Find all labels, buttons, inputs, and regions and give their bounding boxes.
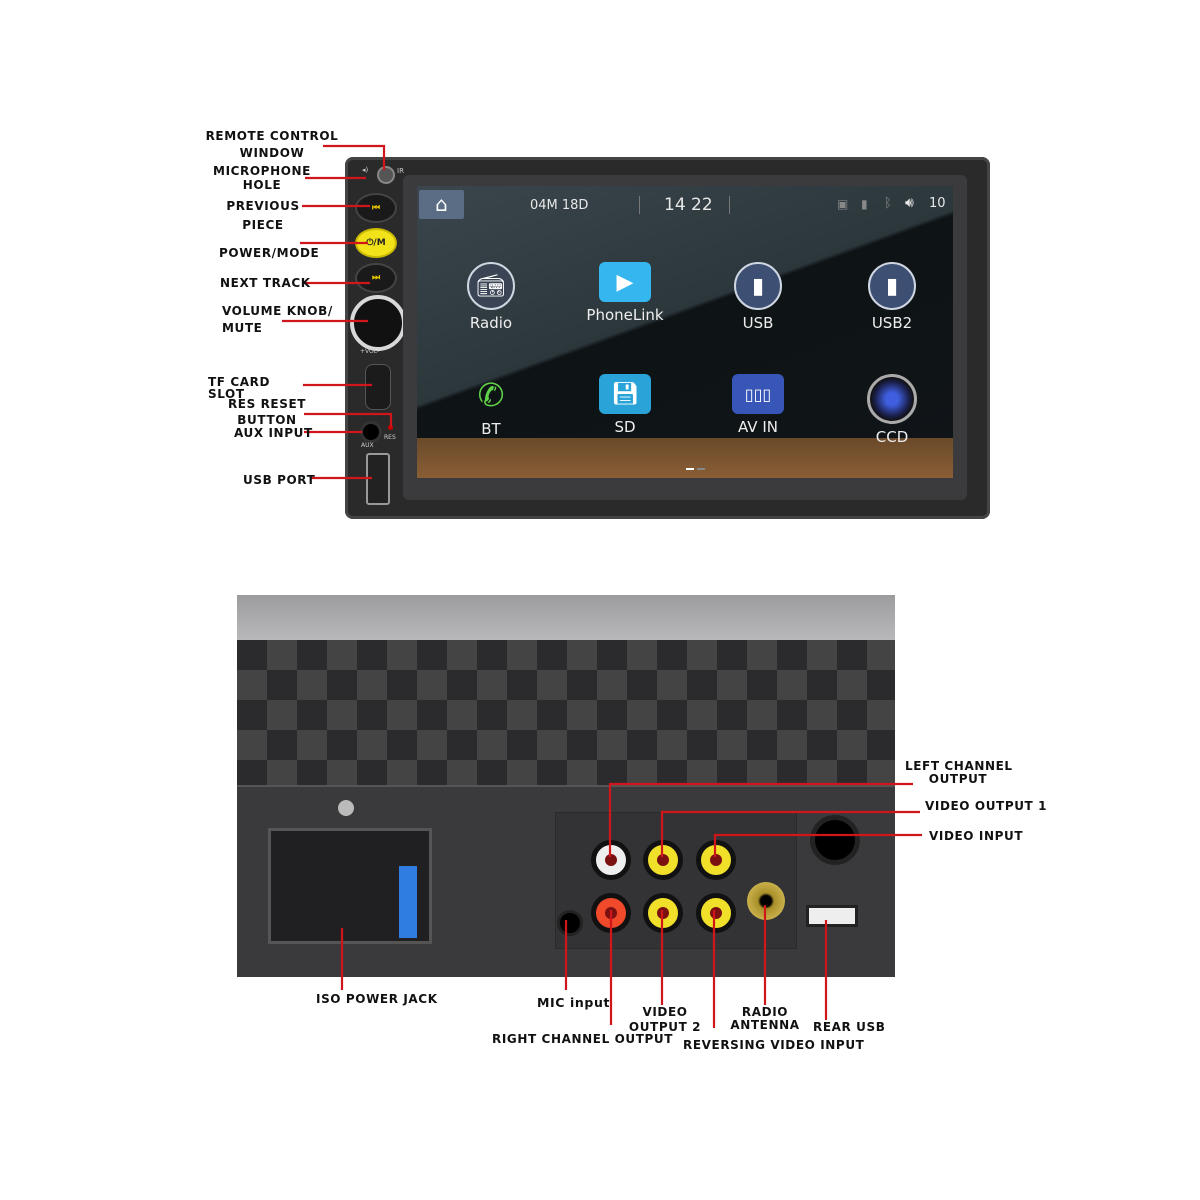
page-dot[interactable] bbox=[697, 468, 705, 470]
camera-icon bbox=[867, 374, 917, 424]
res-mark: RES bbox=[384, 434, 396, 441]
volume-level: 10 bbox=[929, 196, 946, 211]
divider bbox=[729, 196, 730, 214]
status-bar: ⌂ 04M 18D 14 22 ▣ ▮ ᛒ 🔊︎ 10 bbox=[417, 186, 953, 224]
label-volume: VOLUME KNOB/MUTE bbox=[222, 304, 333, 335]
label-mic-input: MIC input bbox=[537, 995, 611, 1010]
label-rear-usb: REAR USB bbox=[813, 1020, 886, 1034]
reset-button[interactable] bbox=[388, 425, 393, 430]
sd-icon: ▣ bbox=[837, 197, 849, 211]
reversing-video-jack[interactable] bbox=[696, 893, 736, 933]
label-next-track: NEXT TRACK bbox=[220, 276, 311, 290]
app-label: USB bbox=[742, 314, 774, 332]
heatsink-pattern bbox=[237, 640, 895, 785]
usb-icon: ▮ bbox=[734, 262, 782, 310]
label-video-input: VIDEO INPUT bbox=[929, 829, 1024, 843]
divider bbox=[639, 196, 640, 214]
home-icon: ⌂ bbox=[435, 192, 448, 216]
label-radio-antenna: RADIO ANTENNA bbox=[730, 1005, 800, 1032]
label-iso-power: ISO POWER JACK bbox=[316, 992, 438, 1006]
app-usb[interactable]: ▮ USB bbox=[703, 262, 813, 332]
ir-window bbox=[377, 166, 395, 184]
speaker-icon: 🔊︎ bbox=[905, 195, 914, 211]
radio-icon: 📻︎ bbox=[467, 262, 515, 310]
screw bbox=[338, 800, 354, 816]
label-video-output-1: VIDEO OUTPUT 1 bbox=[925, 799, 1048, 813]
rca-icon: ▯▯▯ bbox=[732, 374, 784, 414]
bluetooth-icon: ᛒ bbox=[884, 196, 892, 211]
next-track-button[interactable]: ⏭ bbox=[355, 263, 397, 293]
app-label: Radio bbox=[469, 314, 513, 332]
mic-jack[interactable] bbox=[557, 910, 583, 936]
video-output-2-jack[interactable] bbox=[643, 893, 683, 933]
usb-icon: ▮ bbox=[861, 197, 868, 211]
app-phonelink[interactable]: ▶ PhoneLink bbox=[570, 262, 680, 324]
tf-card-slot[interactable] bbox=[365, 364, 391, 410]
previous-button[interactable]: ⏮ bbox=[355, 193, 397, 223]
antenna-jack[interactable] bbox=[747, 882, 785, 920]
touch-screen[interactable]: ⌂ 04M 18D 14 22 ▣ ▮ ᛒ 🔊︎ 10 📻︎ Radio ▶ P… bbox=[417, 186, 953, 478]
ir-mark: IR bbox=[397, 167, 404, 175]
page-dot-active[interactable] bbox=[686, 468, 694, 470]
app-sd[interactable]: 💾︎ SD bbox=[570, 374, 680, 436]
label-microphone: MICROPHONE HOLE bbox=[213, 164, 311, 192]
vol-mark: +VOL- bbox=[360, 348, 380, 355]
video-output-1-jack[interactable] bbox=[643, 840, 683, 880]
label-res-reset: RES RESET BUTTON bbox=[227, 397, 307, 427]
app-label: BT bbox=[481, 420, 501, 438]
app-label: USB2 bbox=[871, 314, 913, 332]
label-reversing-video: REVERSING VIDEO INPUT bbox=[683, 1038, 865, 1052]
aux-mark: AUX bbox=[361, 442, 374, 449]
label-left-channel: LEFT CHANNEL OUTPUT bbox=[905, 759, 1013, 786]
rca-panel bbox=[555, 812, 797, 949]
app-bt[interactable]: ✆ BT bbox=[436, 374, 546, 438]
fuse bbox=[399, 866, 417, 938]
app-label: CCD bbox=[875, 428, 909, 446]
product-diagram: ◂) IR ⏮ ⏻/M ⏭ +VOL- AUX RES ⌂ 04M 18D 14… bbox=[0, 0, 1200, 1200]
label-aux-input: AUX INPUT bbox=[234, 426, 313, 440]
volume-knob[interactable] bbox=[350, 295, 406, 351]
video-input-jack[interactable] bbox=[696, 840, 736, 880]
gps-port[interactable] bbox=[810, 815, 860, 865]
label-remote-control: REMOTE CONTROL WINDOW bbox=[205, 129, 339, 160]
usb-icon: ▮ bbox=[868, 262, 916, 310]
sd-card-icon: 💾︎ bbox=[599, 374, 651, 414]
clock: 14 22 bbox=[664, 195, 713, 215]
phonelink-icon: ▶ bbox=[599, 262, 651, 302]
app-label: PhoneLink bbox=[586, 306, 664, 324]
rear-top-cover bbox=[237, 595, 895, 645]
mic-hole: ◂) bbox=[362, 166, 369, 174]
phone-icon: ✆ bbox=[477, 376, 505, 414]
right-channel-jack[interactable] bbox=[591, 893, 631, 933]
aux-jack[interactable] bbox=[360, 421, 382, 443]
label-power-mode: POWER/MODE bbox=[219, 246, 320, 260]
app-label: AV IN bbox=[738, 418, 778, 436]
app-label: SD bbox=[614, 418, 636, 436]
app-usb2[interactable]: ▮ USB2 bbox=[837, 262, 947, 332]
label-previous: PREVIOUS PIECE bbox=[226, 199, 300, 232]
app-ccd[interactable]: CCD bbox=[837, 374, 947, 446]
app-av-in[interactable]: ▯▯▯ AV IN bbox=[703, 374, 813, 436]
power-mode-button[interactable]: ⏻/M bbox=[355, 228, 397, 258]
label-usb-port: USB PORT bbox=[243, 473, 316, 487]
label-video-output-2: VIDEO OUTPUT 2 bbox=[628, 1005, 702, 1034]
app-radio[interactable]: 📻︎ Radio bbox=[436, 262, 546, 332]
date-readout: 04M 18D bbox=[530, 198, 589, 213]
left-channel-jack[interactable] bbox=[591, 840, 631, 880]
home-button[interactable]: ⌂ bbox=[419, 190, 464, 219]
usb-port[interactable] bbox=[366, 453, 390, 505]
rear-usb-port[interactable] bbox=[806, 905, 858, 927]
